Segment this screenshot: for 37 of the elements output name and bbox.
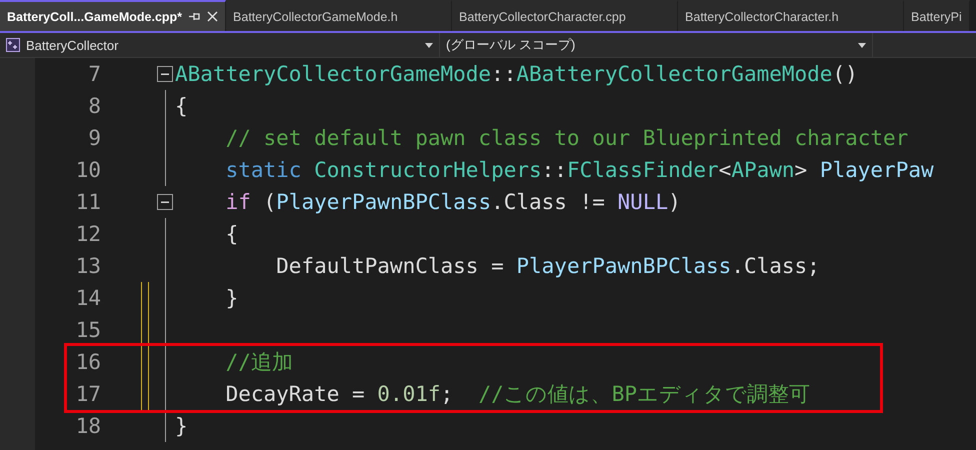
close-icon[interactable] xyxy=(207,11,218,22)
file-tab[interactable]: BatteryCollectorCharacter.cpp xyxy=(452,0,678,31)
code-line: { xyxy=(224,222,238,246)
project-dropdown[interactable]: BatteryCollector xyxy=(0,33,440,57)
scope-dropdown[interactable]: (グローバル スコープ) xyxy=(440,33,873,57)
collapse-icon[interactable] xyxy=(157,66,173,82)
code-line: } xyxy=(175,414,188,438)
file-tab[interactable]: BatteryColl...GameMode.cpp* xyxy=(0,0,226,31)
code-line: { xyxy=(175,94,188,118)
line-number: 12 xyxy=(74,222,101,246)
line-number: 8 xyxy=(87,94,101,118)
line-number: 18 xyxy=(74,414,101,438)
line-number: 16 xyxy=(74,350,101,374)
code-line: if (PlayerPawnBPClass.Class != NULL) xyxy=(224,190,681,214)
pin-icon[interactable] xyxy=(189,11,200,22)
code-line: //追加 xyxy=(224,349,293,376)
collapse-icon[interactable] xyxy=(157,194,173,210)
line-number: 7 xyxy=(87,62,101,86)
line-number: 11 xyxy=(74,190,101,214)
line-number: 17 xyxy=(74,382,101,406)
code-line: DecayRate = 0.01f; //この値は、BPエディタで調整可 xyxy=(224,381,810,408)
line-number: 10 xyxy=(74,158,101,182)
file-tab[interactable]: BatteryCollectorCharacter.h xyxy=(678,0,904,31)
line-number: 15 xyxy=(74,318,101,342)
line-number: 9 xyxy=(87,126,101,150)
line-number: 14 xyxy=(74,286,101,310)
code-line: static ConstructorHelpers::FClassFinder<APawn> PlayerPaw xyxy=(224,158,934,182)
dropdown-caret-icon[interactable] xyxy=(858,42,866,48)
line-number: 13 xyxy=(74,254,101,278)
code-line: } xyxy=(224,286,238,310)
dropdown-caret-icon[interactable] xyxy=(425,42,433,48)
code-line: ABatteryCollectorGameMode::ABatteryCollectorGameMode() xyxy=(175,62,858,86)
file-tab[interactable]: BatteryCollectorGameMode.h xyxy=(226,0,452,31)
file-tab[interactable]: BatteryPi xyxy=(904,0,970,31)
code-line: // set default pawn class to our Blueprinted character xyxy=(224,126,908,150)
code-line: DefaultPawnClass = PlayerPawnBPClass.Class; xyxy=(275,254,820,278)
project-icon xyxy=(6,38,20,52)
